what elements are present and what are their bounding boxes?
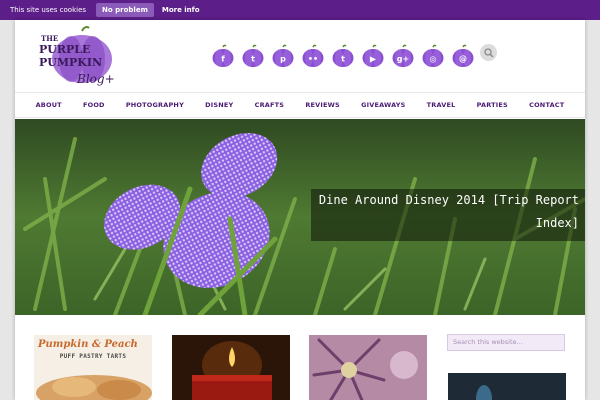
tumblr-icon[interactable]: t [331, 44, 355, 68]
site-search-input[interactable]: Search this website… [447, 334, 565, 351]
nav-item-parties[interactable]: PARTIES [477, 101, 508, 109]
logo-text-blog: Blog+ [76, 72, 115, 86]
logo-text-pumpkin: PUMPKIN [39, 56, 102, 69]
thumbnail-image [309, 335, 427, 400]
thumbnail-image [172, 335, 290, 400]
site-logo[interactable]: THE PURPLE PUMPKIN Blog+ [37, 25, 127, 89]
twitter-icon[interactable]: t [241, 44, 265, 68]
instagram-icon[interactable]: ◎ [421, 44, 445, 68]
sidebar-image-graphic [448, 373, 566, 400]
post-thumbnail-peach-tarts[interactable]: Pumpkin & Peach PUFF PASTRY TARTS [34, 335, 152, 400]
cookie-dismiss-button[interactable]: No problem [96, 3, 154, 17]
main-navigation: ABOUT FOOD PHOTOGRAPHY DISNEY CRAFTS REV… [15, 92, 585, 118]
featured-title-line1: Dine Around Disney 2014 [Trip Report [318, 193, 579, 207]
logo-text-purple: PURPLE [39, 43, 90, 56]
nav-item-travel[interactable]: TRAVEL [427, 101, 456, 109]
post-thumbnail-candle[interactable] [172, 335, 290, 400]
svg-text:g+: g+ [397, 55, 409, 64]
nav-item-disney[interactable]: DISNEY [205, 101, 233, 109]
page-container: THE PURPLE PUMPKIN Blog+ f t p •• t ▶ g+ ◎ @ ABO… [15, 20, 585, 400]
nav-item-photography[interactable]: PHOTOGRAPHY [126, 101, 184, 109]
google-plus-icon[interactable]: g+ [391, 44, 415, 68]
nav-item-crafts[interactable]: CRAFTS [255, 101, 285, 109]
youtube-icon[interactable]: ▶ [361, 44, 385, 68]
nav-item-food[interactable]: FOOD [83, 101, 105, 109]
email-icon[interactable]: @ [451, 44, 475, 68]
flickr-icon[interactable]: •• [301, 44, 325, 68]
pinterest-icon[interactable]: p [271, 44, 295, 68]
svg-text:••: •• [308, 55, 318, 64]
svg-text:f: f [221, 55, 225, 64]
thumbnail-title: Pumpkin & Peach [38, 339, 138, 350]
svg-text:◎: ◎ [430, 55, 437, 64]
nav-item-about[interactable]: ABOUT [36, 101, 62, 109]
cookie-notice-text: This site uses cookies [10, 6, 87, 14]
search-icon[interactable] [480, 44, 497, 61]
sidebar-image[interactable] [448, 373, 566, 400]
nav-item-contact[interactable]: CONTACT [529, 101, 564, 109]
featured-post-title[interactable]: Dine Around Disney 2014 [Trip Report Ind… [311, 189, 585, 241]
post-thumbnail-flower[interactable] [309, 335, 427, 400]
social-icons-row: f t p •• t ▶ g+ ◎ @ [211, 44, 481, 68]
logo-text-the: THE [41, 34, 58, 43]
svg-text:▶: ▶ [370, 55, 377, 64]
svg-text:t: t [251, 55, 255, 64]
facebook-icon[interactable]: f [211, 44, 235, 68]
svg-text:t: t [341, 55, 345, 64]
nav-item-giveaways[interactable]: GIVEAWAYS [361, 101, 405, 109]
cookie-more-info-link[interactable]: More info [162, 6, 200, 14]
thumbnail-subtitle: PUFF PASTRY TARTS [59, 353, 127, 360]
cookie-notice-bar: This site uses cookies No problem More i… [0, 0, 600, 20]
svg-text:p: p [280, 55, 286, 64]
featured-title-line2: Index] [535, 216, 579, 230]
featured-slider[interactable]: Dine Around Disney 2014 [Trip Report Ind… [15, 119, 585, 315]
nav-item-reviews[interactable]: REVIEWS [305, 101, 340, 109]
svg-text:@: @ [459, 55, 467, 64]
